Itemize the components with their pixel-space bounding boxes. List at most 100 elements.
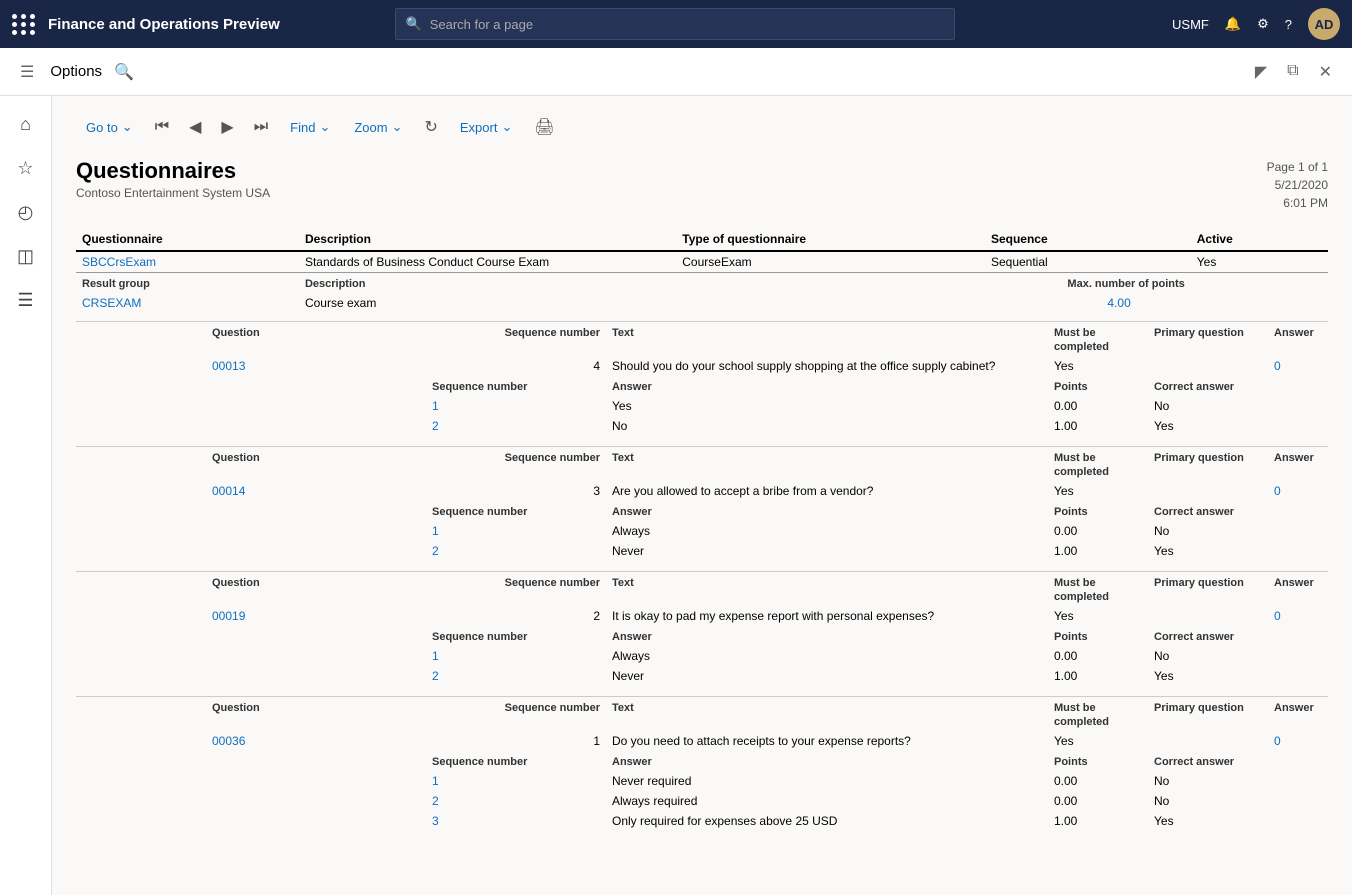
answer-row: 1 Always 0.00 No xyxy=(76,521,1328,541)
first-page-button[interactable]: ⏮ xyxy=(147,113,177,141)
sidebar-recent[interactable]: ◴ xyxy=(6,192,46,232)
must-complete-label: Must be completed xyxy=(1054,327,1109,353)
export-label: Export xyxy=(460,120,498,135)
primary-q-label: Primary question xyxy=(1154,327,1244,339)
compact-view-icon[interactable]: ◤ xyxy=(1251,58,1271,86)
next-page-button[interactable]: ▶ xyxy=(213,112,241,142)
answer-header-row: Sequence number Answer Points Correct an… xyxy=(76,751,1328,771)
goto-button[interactable]: Go to ⌄ xyxy=(76,114,143,140)
goto-chevron: ⌄ xyxy=(122,119,133,135)
sidebar-workspaces[interactable]: ◫ xyxy=(6,236,46,276)
main-layout: ⌂ ☆ ◴ ◫ ☰ Go to ⌄ ⏮ ◀ ▶ ⏭ Find ⌄ Zoom ⌄ … xyxy=(0,96,1352,895)
must-complete-val: Yes xyxy=(1048,731,1148,751)
question-text: Do you need to attach receipts to your e… xyxy=(606,731,1048,751)
report-table: Questionnaire Description Type of questi… xyxy=(76,228,1328,321)
report-header: Page 1 of 1 5/21/2020 6:01 PM Questionna… xyxy=(76,158,1328,212)
question-data-row: 00036 1 Do you need to attach receipts t… xyxy=(76,731,1328,751)
answer-seq: 1 xyxy=(426,646,606,666)
find-label: Find xyxy=(290,120,315,135)
refresh-button[interactable]: ↻ xyxy=(416,112,445,142)
question-table: Question Sequence number Text Must be co… xyxy=(76,571,1328,696)
global-search-box[interactable]: 🔍 xyxy=(395,8,955,40)
open-new-window-icon[interactable]: ⧉ xyxy=(1283,58,1302,86)
must-complete-label: Must be completed xyxy=(1054,702,1109,728)
answer-header-row: Sequence number Answer Points Correct an… xyxy=(76,626,1328,646)
question-data-row: 00014 3 Are you allowed to accept a brib… xyxy=(76,481,1328,501)
top-nav-bar: Finance and Operations Preview 🔍 USMF 🔔 … xyxy=(0,0,1352,48)
answer-correct: No xyxy=(1148,521,1268,541)
question-header-row: Question Sequence number Text Must be co… xyxy=(76,697,1328,732)
table-header-row: Questionnaire Description Type of questi… xyxy=(76,228,1328,251)
must-complete-label: Must be completed xyxy=(1054,577,1109,603)
col-type: Type of questionnaire xyxy=(676,228,985,251)
rg-code: CRSEXAM xyxy=(76,293,299,313)
sidebar-favorites[interactable]: ☆ xyxy=(6,148,46,188)
hamburger-icon[interactable]: ☰ xyxy=(16,58,38,86)
answer-correct: No xyxy=(1148,791,1268,811)
question-label: Question xyxy=(212,452,260,464)
answer-label: Answer xyxy=(1274,702,1314,714)
col-description: Description xyxy=(299,228,676,251)
options-search-icon[interactable]: 🔍 xyxy=(114,62,134,82)
primary-q-val xyxy=(1148,606,1268,626)
answer-correct: Yes xyxy=(1148,416,1268,436)
print-button[interactable]: 🖨 xyxy=(526,112,562,142)
questionnaire-type: CourseExam xyxy=(676,251,985,273)
report-toolbar: Go to ⌄ ⏮ ◀ ▶ ⏭ Find ⌄ Zoom ⌄ ↻ Export ⌄… xyxy=(76,112,1328,142)
user-avatar[interactable]: AD xyxy=(1308,8,1340,40)
zoom-button[interactable]: Zoom ⌄ xyxy=(344,114,412,140)
app-grid-icon[interactable] xyxy=(12,14,36,35)
answer-row: 2 Never 1.00 Yes xyxy=(76,541,1328,561)
answer-text: Yes xyxy=(606,396,1048,416)
seq-num-label: Sequence number xyxy=(505,577,600,589)
options-bar: ☰ Options 🔍 ◤ ⧉ ✕ xyxy=(0,48,1352,96)
question-text: Are you allowed to accept a bribe from a… xyxy=(606,481,1048,501)
answer-correct: Yes xyxy=(1148,541,1268,561)
close-panel-icon[interactable]: ✕ xyxy=(1315,58,1336,86)
questionnaire-sequence: Sequential xyxy=(985,251,1191,273)
seq-num-label: Sequence number xyxy=(505,327,600,339)
answer-correct: Yes xyxy=(1148,811,1268,831)
primary-q-label: Primary question xyxy=(1154,452,1244,464)
last-page-button[interactable]: ⏭ xyxy=(246,113,276,141)
left-sidebar: ⌂ ☆ ◴ ◫ ☰ xyxy=(0,96,52,895)
search-input[interactable] xyxy=(430,17,944,32)
rg-active-empty xyxy=(1191,293,1328,313)
find-button[interactable]: Find ⌄ xyxy=(280,114,340,140)
text-label: Text xyxy=(612,327,634,339)
zoom-chevron: ⌄ xyxy=(392,119,403,135)
answer-points: 1.00 xyxy=(1048,416,1148,436)
question-label: Question xyxy=(212,577,260,589)
top-bar-right-controls: USMF 🔔 ⚙ ? AD xyxy=(1172,8,1340,40)
prev-page-button[interactable]: ◀ xyxy=(181,112,209,142)
question-text: It is okay to pad my expense report with… xyxy=(606,606,1048,626)
help-icon[interactable]: ? xyxy=(1285,17,1292,32)
question-data-row: 00013 4 Should you do your school supply… xyxy=(76,356,1328,376)
answer-text: Never xyxy=(606,541,1048,561)
question-header-row: Question Sequence number Text Must be co… xyxy=(76,447,1328,482)
result-group-header-row: Result group Description Max. number of … xyxy=(76,273,1328,294)
answer-text: Always required xyxy=(606,791,1048,811)
notifications-icon[interactable]: 🔔 xyxy=(1225,16,1241,32)
must-complete-val: Yes xyxy=(1048,356,1148,376)
question-id: 00014 xyxy=(212,484,245,498)
col-sequence: Sequence xyxy=(985,228,1191,251)
answer-row: 1 Never required 0.00 No xyxy=(76,771,1328,791)
seq-num-label: Sequence number xyxy=(505,702,600,714)
answer-row: 2 Always required 0.00 No xyxy=(76,791,1328,811)
sidebar-home[interactable]: ⌂ xyxy=(6,104,46,144)
answer-correct: No xyxy=(1148,771,1268,791)
question-id: 00036 xyxy=(212,734,245,748)
export-button[interactable]: Export ⌄ xyxy=(450,114,522,140)
app-title: Finance and Operations Preview xyxy=(48,16,280,33)
question-text: Should you do your school supply shoppin… xyxy=(606,356,1048,376)
seq-num-label: Sequence number xyxy=(505,452,600,464)
rg-maxpoints-label: Max. number of points xyxy=(676,273,1191,294)
answer-text: Only required for expenses above 25 USD xyxy=(606,811,1048,831)
sidebar-modules[interactable]: ☰ xyxy=(6,280,46,320)
answer-row: 2 Never 1.00 Yes xyxy=(76,666,1328,686)
answer-seq: 2 xyxy=(426,541,606,561)
must-complete-label: Must be completed xyxy=(1054,452,1109,478)
company-code[interactable]: USMF xyxy=(1172,17,1209,32)
settings-icon[interactable]: ⚙ xyxy=(1257,16,1269,32)
